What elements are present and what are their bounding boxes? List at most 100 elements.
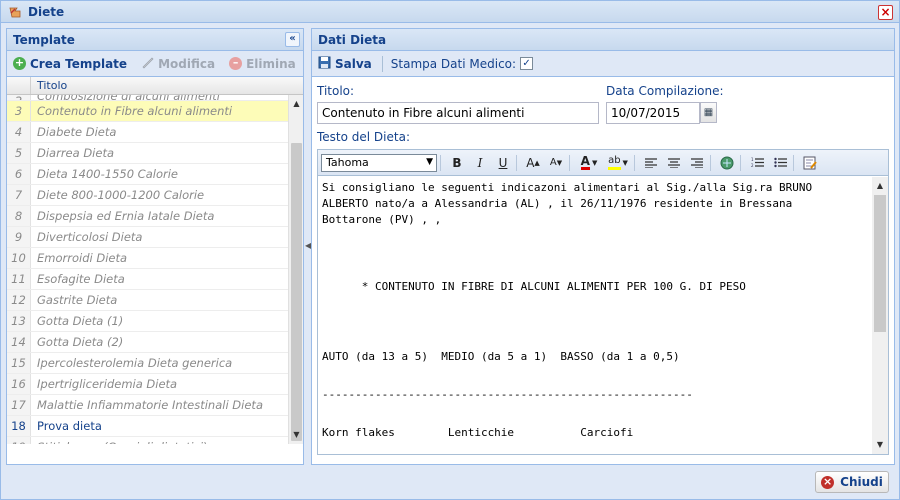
brush-icon bbox=[141, 56, 154, 72]
title-column-header[interactable]: Titolo bbox=[31, 79, 67, 92]
template-scrollbar[interactable]: ▲ ▼ bbox=[288, 95, 303, 444]
save-button[interactable]: Salva bbox=[318, 56, 372, 72]
delete-button[interactable]: – Elimina bbox=[229, 57, 296, 71]
table-row[interactable]: 14 Gotta Dieta (2) bbox=[7, 332, 289, 353]
shrink-font-icon[interactable]: A ▼ bbox=[546, 153, 566, 173]
row-title: Ipercolesterolemia Dieta generica bbox=[37, 356, 233, 370]
link-icon[interactable] bbox=[717, 153, 737, 173]
date-field[interactable]: 10/07/2015 bbox=[606, 102, 700, 124]
scroll-up-icon[interactable]: ▲ bbox=[872, 179, 888, 193]
toolbar-separator bbox=[381, 55, 383, 72]
row-number: 16 bbox=[7, 374, 31, 394]
row-title: Contenuto in Fibre alcuni alimenti bbox=[37, 104, 233, 118]
table-row[interactable]: 18 Prova dieta bbox=[7, 416, 289, 437]
edit-button[interactable]: Modifica bbox=[141, 56, 215, 72]
scroll-thumb[interactable] bbox=[291, 143, 302, 441]
bulleted-list-icon[interactable] bbox=[770, 153, 790, 173]
panel-splitter-icon[interactable]: ◀ bbox=[305, 231, 311, 261]
italic-icon[interactable]: I bbox=[470, 153, 490, 173]
editor-text[interactable]: Si consigliano le seguenti indicazoni al… bbox=[322, 180, 867, 454]
row-title: Malattie Infiammatorie Intestinali Dieta bbox=[37, 398, 263, 412]
editor-separator bbox=[634, 154, 635, 171]
save-label: Salva bbox=[335, 56, 372, 71]
chevron-down-icon: ▼ bbox=[426, 156, 433, 167]
row-number: 8 bbox=[7, 206, 31, 226]
grow-font-icon[interactable]: A ▲ bbox=[523, 153, 543, 173]
close-circle-icon: × bbox=[821, 474, 835, 489]
table-row[interactable]: 3 Contenuto in Fibre alcuni alimenti bbox=[7, 101, 289, 122]
table-row[interactable]: 7 Diete 800-1000-1200 Calorie bbox=[7, 185, 289, 206]
title-field[interactable]: Contenuto in Fibre alcuni alimenti bbox=[317, 102, 599, 124]
scroll-down-icon[interactable]: ▼ bbox=[289, 428, 303, 442]
row-title: Gastrite Dieta bbox=[37, 293, 118, 307]
table-row[interactable]: 12 Gastrite Dieta bbox=[7, 290, 289, 311]
print-doctor-checkbox[interactable]: ✓ bbox=[520, 57, 534, 70]
bold-icon[interactable]: B bbox=[447, 153, 467, 173]
numbered-list-icon[interactable]: 12 bbox=[747, 153, 767, 173]
calendar-icon[interactable]: ▦ bbox=[700, 102, 717, 123]
table-row[interactable]: 17 Malattie Infiammatorie Intestinali Die… bbox=[7, 395, 289, 416]
source-edit-icon[interactable] bbox=[800, 153, 820, 173]
table-row[interactable]: 8 Dispepsia ed Ernia Iatale Dieta bbox=[7, 206, 289, 227]
table-row[interactable]: 16 Ipertrigliceridemia Dieta bbox=[7, 374, 289, 395]
table-row[interactable]: 5 Diarrea Dieta bbox=[7, 143, 289, 164]
table-row[interactable]: 9 Diverticolosi Dieta bbox=[7, 227, 289, 248]
table-row[interactable]: 15 Ipercolesterolemia Dieta generica bbox=[7, 353, 289, 374]
table-row[interactable]: 10 Emorroidi Dieta bbox=[7, 248, 289, 269]
editor-line: AUTO (da 13 a 5) MEDIO (da 5 a 1) BASSO … bbox=[322, 350, 680, 363]
diet-data-panel: Dati Dieta Salva Stampa Dati Medico: ✓ T… bbox=[311, 28, 895, 465]
editor-line: ----------------------------------------… bbox=[322, 388, 693, 401]
delete-label: Elimina bbox=[246, 56, 296, 71]
table-row[interactable]: 6 Dieta 1400-1550 Calorie bbox=[7, 164, 289, 185]
scroll-up-icon[interactable]: ▲ bbox=[289, 97, 303, 111]
row-number: 2 bbox=[7, 95, 31, 100]
row-number: 4 bbox=[7, 122, 31, 142]
row-number: 14 bbox=[7, 332, 31, 352]
table-row[interactable]: 11 Esofagite Dieta bbox=[7, 269, 289, 290]
template-grid-header: Titolo bbox=[7, 77, 303, 95]
row-title: Gotta Dieta (2) bbox=[37, 335, 124, 349]
collapse-left-icon[interactable]: « bbox=[285, 32, 300, 47]
highlight-color-icon[interactable]: ab ▼ bbox=[605, 153, 631, 173]
align-center-icon[interactable] bbox=[664, 153, 684, 173]
editor-scrollbar[interactable]: ▲ ▼ bbox=[872, 177, 888, 454]
window-header[interactable]: Diete × bbox=[1, 1, 899, 23]
window-title: Diete bbox=[28, 4, 65, 19]
diet-icon bbox=[8, 5, 22, 19]
font-select[interactable]: Tahoma ▼ bbox=[321, 153, 437, 172]
underline-icon[interactable]: U bbox=[493, 153, 513, 173]
row-title: Ipertrigliceridemia Dieta bbox=[37, 377, 178, 391]
editor-scroll-thumb[interactable] bbox=[874, 195, 886, 332]
scroll-down-icon[interactable]: ▼ bbox=[872, 438, 888, 452]
close-icon[interactable]: × bbox=[878, 5, 893, 20]
editor-line: * CONTENUTO IN FIBRE DI ALCUNI ALIMENTI … bbox=[322, 280, 746, 293]
row-title: Dispepsia ed Ernia Iatale Dieta bbox=[37, 209, 215, 223]
row-title: Dieta 1400-1550 Calorie bbox=[37, 167, 178, 181]
font-color-icon[interactable]: A ▼ bbox=[576, 153, 602, 173]
font-select-value: Tahoma bbox=[326, 155, 369, 169]
svg-text:2: 2 bbox=[751, 163, 754, 168]
table-row[interactable]: 13 Gotta Dieta (1) bbox=[7, 311, 289, 332]
create-template-button[interactable]: + Crea Template bbox=[13, 57, 127, 71]
table-row[interactable]: 4 Diabete Dieta bbox=[7, 122, 289, 143]
edit-label: Modifica bbox=[158, 56, 216, 71]
editor-line: Bottarone (PV) , , bbox=[322, 213, 442, 226]
table-row[interactable]: 19Stitichezza (Consigli dietetici) bbox=[7, 437, 289, 444]
row-title: Emorroidi Dieta bbox=[37, 251, 128, 265]
html-editor: Tahoma ▼ B I U A ▲ A ▼ A ▼ ab ▼ 1 2 Si c… bbox=[317, 149, 889, 455]
row-number: 11 bbox=[7, 269, 31, 289]
close-button[interactable]: × Chiudi bbox=[815, 471, 889, 493]
row-title: Diabete Dieta bbox=[37, 125, 117, 139]
align-left-icon[interactable] bbox=[641, 153, 661, 173]
editor-line: Si consigliano le seguenti indicazoni al… bbox=[322, 181, 813, 194]
align-right-icon[interactable] bbox=[687, 153, 707, 173]
floppy-icon bbox=[318, 56, 331, 72]
svg-text:1: 1 bbox=[751, 157, 754, 162]
editor-body[interactable]: Si consigliano le seguenti indicazoni al… bbox=[318, 177, 888, 454]
editor-separator bbox=[440, 154, 441, 171]
